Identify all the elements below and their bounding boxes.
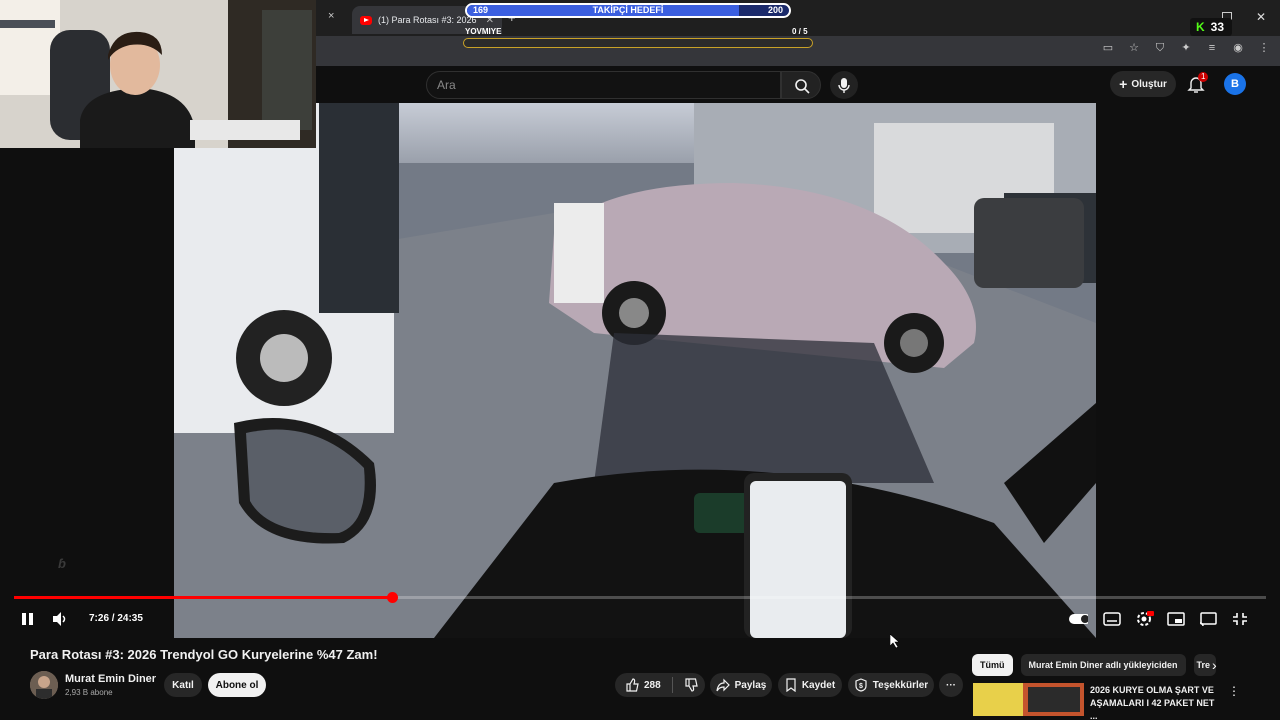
chip-uploader[interactable]: Murat Emin Diner adlı yükleyiciden (1020, 654, 1186, 676)
notification-count-badge: 1 (1198, 72, 1209, 82)
webcam-image (0, 0, 316, 148)
progress-bar[interactable] (14, 592, 1266, 603)
create-label: Oluştur (1131, 78, 1167, 90)
share-button[interactable]: Paylaş (710, 673, 772, 697)
microphone-icon (838, 78, 850, 93)
save-label: Kaydet (801, 679, 836, 691)
channel-watermark: ɓ (58, 556, 66, 571)
filter-chips: Tümü Murat Emin Diner adlı yükleyiciden … (972, 654, 1216, 676)
super-thanks-icon: $ (855, 678, 867, 692)
like-icon[interactable] (625, 678, 639, 692)
goal-target: 200 (767, 5, 783, 15)
tab-title: (1) Para Rotası #3: 2026 Tre (378, 15, 480, 25)
share-icon (716, 678, 730, 692)
cast-icon[interactable]: ▭ (1102, 42, 1114, 54)
progress-played (14, 596, 393, 599)
menu-dots-icon[interactable]: ⋮ (1258, 42, 1270, 54)
player-controls: 7:26 / 24:35 (0, 590, 1280, 638)
volume-icon[interactable] (50, 610, 70, 628)
settings-gear-icon[interactable] (1134, 610, 1154, 628)
save-button[interactable]: Kaydet (778, 673, 842, 697)
more-actions-button[interactable]: ··· (939, 673, 963, 697)
shield-extension-icon[interactable]: ⛉ (1154, 42, 1166, 54)
media-icon[interactable]: ≡ (1206, 42, 1218, 54)
close-tab-icon[interactable]: × (328, 10, 334, 22)
channel-avatar-image (30, 671, 58, 699)
more-options-icon[interactable]: ⋮ (1228, 684, 1240, 698)
kick-viewer-count: 33 (1210, 20, 1225, 34)
kick-viewer-badge: K 33 (1190, 18, 1232, 36)
create-button[interactable]: + Oluştur (1110, 71, 1176, 97)
video-title: Para Rotası #3: 2026 Trendyol GO Kuryele… (30, 647, 378, 662)
progress-scrubber[interactable] (387, 592, 399, 603)
recommended-video-title[interactable]: 2026 KURYE OLMA ŞART VE AŞAMALARI I 42 P… (1090, 684, 1220, 720)
daily-goal-bar (463, 38, 813, 48)
subscribe-button[interactable]: Abone ol (208, 673, 266, 697)
goal-title: TAKİPÇİ HEDEFİ (592, 5, 664, 15)
share-label: Paylaş (734, 679, 767, 691)
autoplay-toggle-icon[interactable] (1068, 610, 1088, 628)
youtube-favicon-icon (360, 15, 372, 25)
thanks-button[interactable]: $ Teşekkürler (848, 673, 934, 697)
channel-avatar[interactable] (30, 671, 58, 699)
search-input[interactable]: Ara (426, 71, 781, 99)
subtitles-icon[interactable] (1102, 610, 1122, 628)
daily-goal-count: 0 / 5 (792, 27, 808, 36)
kick-logo-icon: K (1196, 20, 1205, 34)
plus-icon: + (1119, 76, 1128, 92)
like-count: 288 (644, 679, 661, 691)
video-scene-image (174, 103, 1096, 638)
fullscreen-exit-icon[interactable] (1230, 610, 1250, 628)
bookmark-star-icon[interactable]: ☆ (1128, 42, 1140, 54)
profile-icon[interactable]: ◉ (1232, 42, 1244, 54)
svg-text:$: $ (859, 683, 863, 690)
like-dislike-group: 288 (615, 673, 705, 697)
pause-icon[interactable] (18, 610, 38, 628)
search-button[interactable] (781, 71, 821, 99)
like-divider (671, 677, 673, 693)
video-frame[interactable] (174, 103, 1096, 638)
youtube-header: Ara + Oluştur 1 B (316, 66, 1280, 103)
dislike-icon[interactable] (684, 678, 698, 692)
bookmark-icon (786, 678, 796, 692)
voice-search-button[interactable] (830, 71, 858, 99)
chip-all[interactable]: Tümü (972, 654, 1013, 676)
thumbnail-image (973, 683, 1084, 716)
time-display: 7:26 / 24:35 (89, 613, 143, 624)
join-button[interactable]: Katıl (164, 673, 202, 697)
streamer-webcam (0, 0, 316, 148)
close-window-button[interactable]: ✕ (1256, 10, 1266, 24)
thanks-label: Teşekkürler (872, 679, 929, 691)
follower-goal-bar: 169 TAKİPÇİ HEDEFİ 200 (465, 3, 791, 18)
miniplayer-icon[interactable] (1166, 610, 1186, 628)
daily-goal-label: YOVMIYE (465, 27, 502, 36)
subscriber-count: 2,93 B abone (65, 688, 113, 697)
mouse-cursor-icon (890, 634, 900, 648)
chevron-right-icon[interactable]: › (1212, 657, 1217, 673)
extensions-icon[interactable]: ✦ (1180, 42, 1192, 54)
account-avatar[interactable]: B (1224, 73, 1246, 95)
recommended-video-thumbnail[interactable] (973, 683, 1084, 716)
cast-screen-icon[interactable] (1198, 610, 1218, 628)
channel-name[interactable]: Murat Emin Diner (65, 673, 156, 685)
search-icon (795, 79, 810, 94)
